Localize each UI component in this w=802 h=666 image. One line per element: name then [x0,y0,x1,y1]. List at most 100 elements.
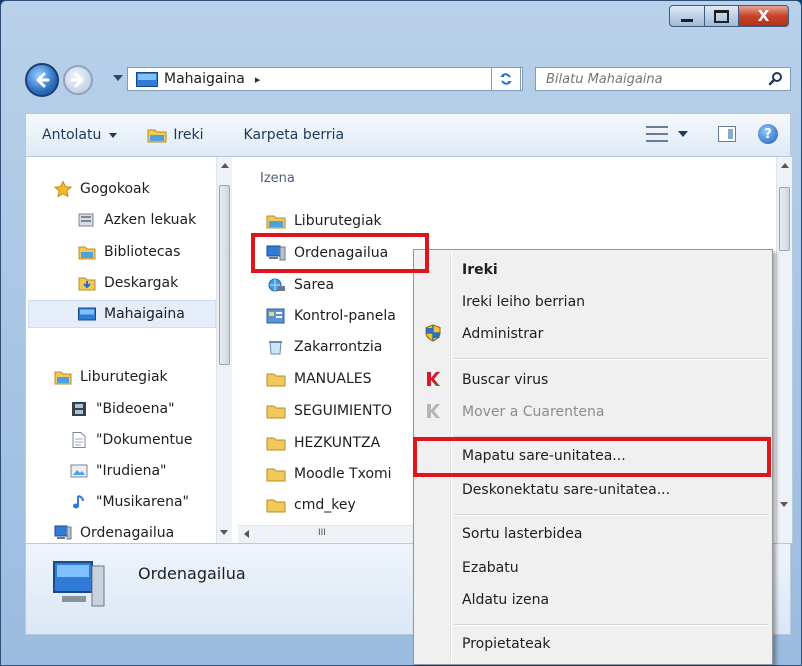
scroll-up-icon[interactable] [220,163,229,168]
uac-shield-icon [425,324,441,342]
horizontal-scrollbar[interactable]: III [238,525,414,543]
search-input[interactable] [544,70,748,88]
change-view-icon[interactable] [646,126,668,142]
nav-libraries[interactable]: Liburutegiak [54,369,168,385]
library-folder-icon [147,129,167,143]
menu-item-open-new-window[interactable]: Ireki leiho berrian [462,294,585,310]
file-item-label: SEGUIMIENTO [294,403,393,419]
explorer-window: X Mahaigaina ▸ Antolatu [0,0,802,666]
nav-item-downloads[interactable]: Deskargak [78,275,178,291]
search-box[interactable] [535,67,791,91]
nav-item-pictures[interactable]: "Irudiena" [70,463,166,479]
file-item-label: Zakarrontzia [294,339,383,355]
menu-item-delete[interactable]: Ezabatu [462,560,519,576]
preview-pane-icon[interactable] [718,126,736,142]
address-bar[interactable]: Mahaigaina ▸ [127,67,523,91]
open-button[interactable]: Ireki [147,127,204,143]
nav-item-label: Bibliotecas [104,244,181,260]
search-icon[interactable] [768,71,784,87]
recent-places-icon [78,213,94,227]
file-item[interactable]: cmd_key [266,497,356,513]
breadcrumb-chevron-icon[interactable]: ▸ [255,73,261,86]
close-button[interactable]: X [739,5,789,27]
nav-item-music[interactable]: "Musikarena" [70,494,189,510]
view-options-dropdown-icon[interactable] [678,131,688,137]
file-item[interactable]: SEGUIMIENTO [266,403,392,419]
menu-item-create-shortcut[interactable]: Sortu lasterbidea [462,526,583,542]
nav-computer-label: Ordenagailua [80,525,175,541]
menu-item-manage[interactable]: Administrar [462,326,543,342]
nav-favorites[interactable]: Gogokoak [54,181,150,197]
menu-item-properties[interactable]: Propietateak [462,636,550,652]
scrollbar-grip[interactable]: III [318,528,326,538]
nav-item-videos[interactable]: "Bideoena" [70,401,175,417]
nav-scrollbar[interactable] [216,157,232,543]
file-item-label: Liburutegiak [294,213,382,229]
file-list-scrollbar-thumb[interactable] [779,187,790,251]
computer-icon [54,525,72,540]
close-icon: X [757,7,770,25]
menu-item-open[interactable]: Ireki [462,262,498,278]
highlight-box-map-drive [413,437,771,477]
library-folder-icon [54,371,72,385]
nav-scrollbar-thumb[interactable] [219,185,230,365]
file-item-label: MANUALES [294,371,372,387]
refresh-button[interactable] [491,67,521,91]
file-item[interactable]: Zakarrontzia [266,339,382,355]
forward-button[interactable] [63,65,93,95]
new-folder-button[interactable]: Karpeta berria [244,127,345,143]
file-item-label: Kontrol-panela [294,308,396,324]
folder-icon [266,373,286,387]
menu-separator [454,358,768,360]
file-item[interactable]: Sarea [266,277,334,293]
nav-item-label: "Dokumentue [96,432,193,448]
navigation-pane: Gogokoak Azken lekuak Bibliotecas Deskar… [26,157,234,543]
recycle-bin-icon [269,341,282,355]
nav-item-desktop[interactable]: Mahaigaina [78,306,185,322]
menu-item-rename[interactable]: Aldatu izena [462,592,549,608]
star-icon [54,181,72,197]
organize-label: Antolatu [42,127,102,143]
file-item[interactable]: Liburutegiak [266,213,382,229]
file-item[interactable]: Moodle Txomi [266,466,392,482]
column-header-name[interactable]: Izena [260,171,295,186]
menu-item-quarantine[interactable]: Mover a Cuarentena [462,404,605,420]
computer-icon [53,561,105,607]
nav-item-libraries-fav[interactable]: Bibliotecas [78,244,180,260]
back-button[interactable] [25,63,59,97]
file-item-label: cmd_key [294,497,356,513]
folder-icon [266,468,286,482]
toolbar-right: ? [646,124,778,144]
scroll-left-icon[interactable] [244,530,249,538]
file-item[interactable]: HEZKUNTZA [266,435,380,451]
menu-item-scan-virus[interactable]: Buscar virus [462,372,548,388]
menu-item-disconnect-network-drive[interactable]: Deskonektatu sare-unitatea... [462,482,670,498]
nav-computer[interactable]: Ordenagailua [54,525,174,541]
command-bar: Antolatu Ireki Karpeta berria ? [25,113,791,157]
file-list-scrollbar[interactable] [776,157,792,543]
chevron-down-icon [109,132,118,138]
arrow-right-icon [70,72,84,88]
caption-buttons: X [669,5,789,27]
scroll-up-icon[interactable] [780,163,789,168]
new-folder-label: Karpeta berria [243,127,345,143]
address-location[interactable]: Mahaigaina [164,71,245,87]
nav-item-recent[interactable]: Azken lekuak [78,212,196,228]
nav-item-documents[interactable]: "Dokumentue [70,432,192,448]
file-item[interactable]: MANUALES [266,371,372,387]
library-folder-icon [78,246,96,260]
open-label: Ireki [173,127,204,143]
organize-button[interactable]: Antolatu [42,127,118,143]
help-icon[interactable]: ? [758,124,778,144]
maximize-button[interactable] [705,5,739,27]
minimize-button[interactable] [669,5,705,27]
file-item-label: Moodle Txomi [294,466,392,482]
downloads-folder-icon [78,277,96,291]
scroll-down-icon[interactable] [780,502,788,507]
recent-pages-dropdown[interactable] [113,75,123,81]
file-item[interactable]: Kontrol-panela [266,308,396,324]
refresh-icon [500,73,512,85]
control-panel-icon [266,308,285,324]
menu-separator [454,624,768,626]
scroll-down-icon[interactable] [220,530,228,535]
